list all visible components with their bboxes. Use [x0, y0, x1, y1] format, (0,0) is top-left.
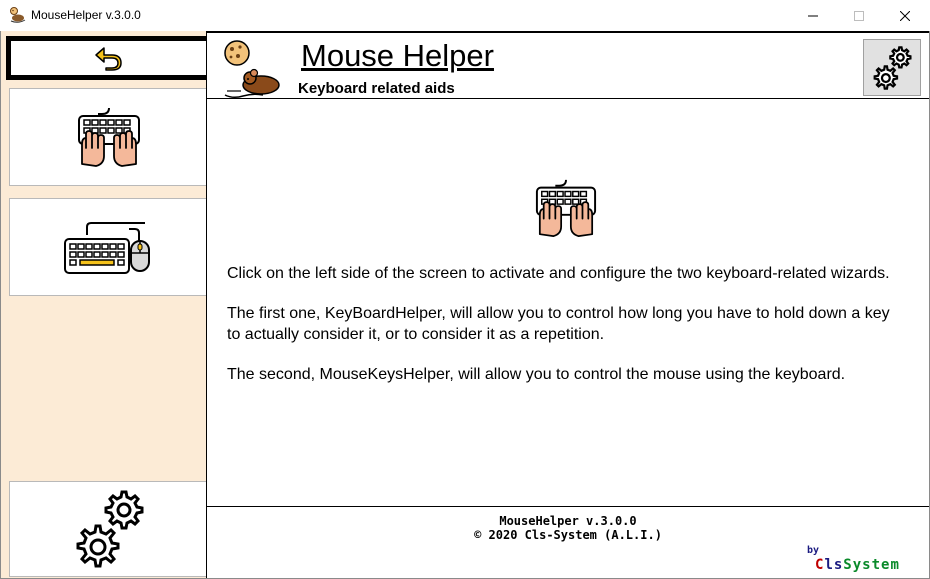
back-button[interactable]	[6, 36, 207, 80]
window-title: MouseHelper v.3.0.0	[31, 8, 141, 22]
title-bar: MouseHelper v.3.0.0	[0, 0, 930, 31]
keyboard-hands-icon	[535, 179, 597, 237]
mouse-keys-helper-paragraph: The second, MouseKeysHelper, will allow …	[227, 366, 846, 383]
keyboard-mouse-icon	[63, 222, 150, 274]
keyboard-hands-icon	[77, 107, 140, 167]
app-mouse-icon	[10, 7, 26, 23]
maximize-icon	[854, 10, 864, 21]
intro-paragraph: Click on the left side of the screen to …	[227, 265, 890, 282]
footer-version: MouseHelper v.3.0.0	[499, 514, 637, 528]
sidebar	[1, 31, 207, 578]
header-settings-button[interactable]	[863, 39, 921, 96]
mouse-keys-helper-button[interactable]	[9, 198, 207, 296]
mouse-cookie-logo-icon	[224, 40, 280, 99]
brand-logo[interactable]: ClsSystem	[815, 557, 900, 573]
sidebar-settings-button[interactable]	[9, 481, 207, 577]
main-content: Click on the left side of the screen to …	[207, 100, 929, 506]
close-button[interactable]	[882, 0, 928, 31]
maximize-button[interactable]	[836, 0, 882, 31]
minimize-icon	[808, 15, 818, 16]
gears-icon	[76, 490, 143, 568]
close-icon	[900, 10, 910, 21]
header-top-border	[207, 31, 929, 33]
header: Mouse Helper Keyboard related aids	[207, 31, 929, 99]
brand-part-ls: ls	[824, 557, 844, 573]
brand-part-system: System	[843, 557, 900, 573]
undo-arrow-icon	[95, 47, 122, 71]
app-title: Mouse Helper	[301, 38, 494, 73]
keyboard-helper-button[interactable]	[9, 88, 207, 186]
page-subtitle: Keyboard related aids	[298, 80, 455, 97]
footer-by-label: by	[807, 545, 820, 556]
minimize-button[interactable]	[790, 0, 836, 31]
footer: MouseHelper v.3.0.0 © 2020 Cls-System (A…	[207, 506, 929, 578]
footer-copyright: © 2020 Cls-System (A.L.I.)	[474, 528, 662, 542]
gears-icon	[873, 45, 912, 90]
keyboard-helper-paragraph: The first one, KeyBoardHelper, will allo…	[227, 305, 890, 343]
